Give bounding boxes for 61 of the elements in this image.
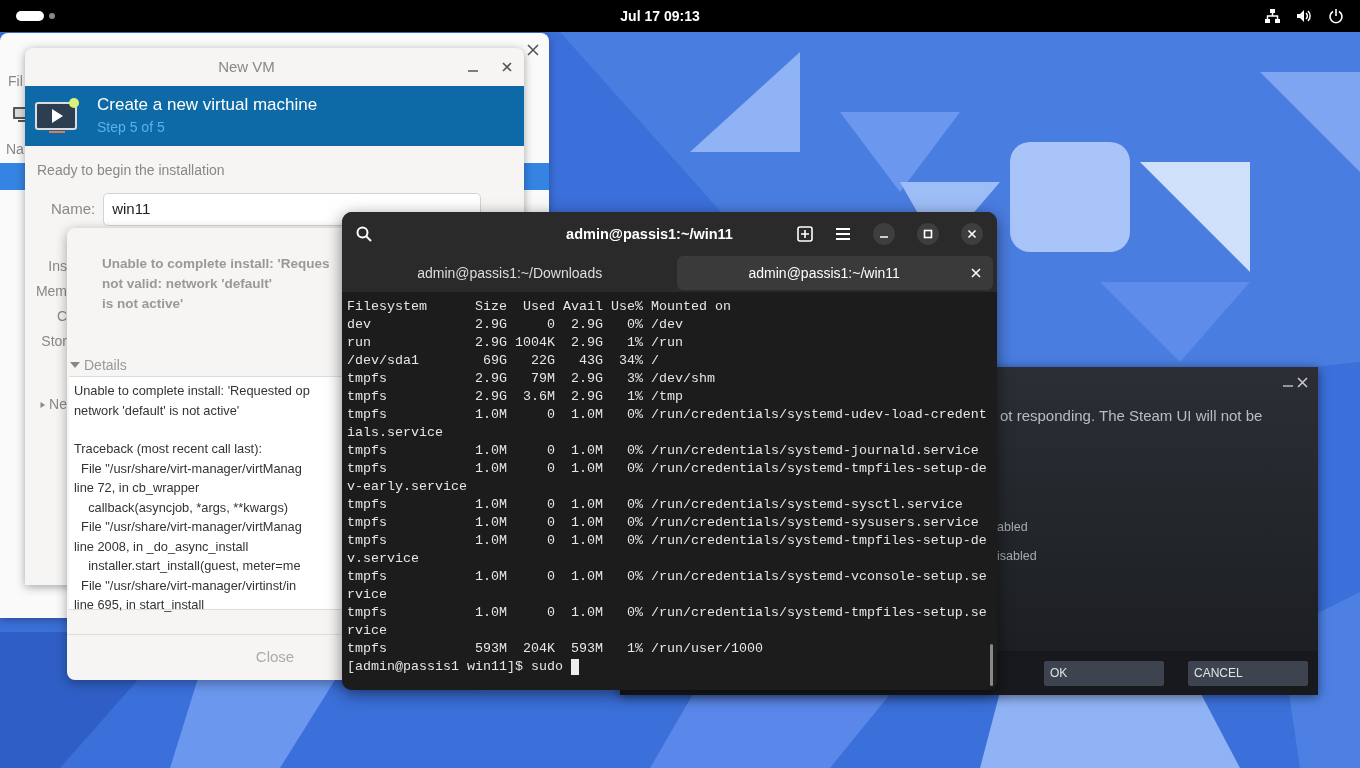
field-label: C — [56, 307, 67, 326]
terminal-output: tmpfs 1.0M 0 1.0M 0% /run/credentials/systemd-tmpfiles-setup.se — [347, 604, 988, 622]
text-cursor — [570, 659, 579, 675]
menu-icon[interactable] — [835, 227, 851, 241]
error-message: Unable to complete install: 'Reques not valid: network 'default' is not active' — [102, 255, 330, 313]
column-header: Na — [6, 139, 24, 159]
banner-title: Create a new virtual machine — [97, 94, 318, 116]
power-icon[interactable] — [1328, 8, 1344, 24]
close-icon[interactable] — [527, 44, 539, 56]
dialog-button[interactable]: OK — [1044, 660, 1164, 686]
terminal-output: tmpfs 1.0M 0 1.0M 0% /run/credentials/systemd-journald.service — [347, 442, 980, 460]
terminal-output: dev 2.9G 0 2.9G 0% /dev — [347, 316, 684, 334]
step-text: Step 5 of 5 — [97, 118, 166, 137]
terminal-output: tmpfs 1.0M 0 1.0M 0% /run/credentials/systemd-tmpfiles-setup-de — [347, 532, 988, 550]
terminal-output: tmpfs 1.0M 0 1.0M 0% /run/credentials/systemd-tmpfiles-setup-de — [347, 460, 988, 478]
terminal-output: tmpfs 1.0M 0 1.0M 0% /run/credentials/systemd-udev-load-credent — [347, 406, 988, 424]
details-text: Traceback (most recent call last): File "/usr/share/virt-manager/virtManag line 72, in cb_wrapper callback(asyncjob, *args, **kwargs) File "/usr/share/virt-manager/virtManag line 2008, in _do_async_install installer.start_install(guest, meter=me File "/usr/share/virt-manager/virtinst/in line 695, in start_install — [74, 440, 302, 614]
volume-icon[interactable] — [1296, 8, 1312, 24]
dialog-button[interactable]: CANCEL — [1188, 660, 1308, 686]
monitor-play-icon — [35, 97, 81, 135]
menu-item[interactable]: Fil — [8, 70, 23, 92]
window-title: New VM — [218, 58, 275, 75]
terminal-prompt[interactable]: [admin@passis1 win11]$ sudo — [347, 658, 563, 676]
activities-indicator[interactable] — [16, 11, 56, 21]
maximize-icon[interactable] — [917, 223, 939, 245]
window-title: admin@passis1:~/win11 — [566, 226, 733, 242]
terminal-tab[interactable]: admin@passis1:~/Downloads — [346, 256, 674, 290]
terminal-output: tmpfs 1.0M 0 1.0M 0% /run/credentials/systemd-vconsole-setup.se — [347, 568, 988, 586]
terminal-output: v.service — [347, 550, 420, 568]
search-icon[interactable] — [356, 226, 372, 242]
terminal-output: tmpfs 2.9G 3.6M 2.9G 1% /tmp — [347, 388, 684, 406]
field-label: Mem — [35, 282, 67, 301]
terminal-output: tmpfs 593M 204K 593M 1% /run/user/1000 — [347, 640, 764, 658]
new-tab-icon[interactable] — [797, 226, 813, 242]
terminal-output: tmpfs 1.0M 0 1.0M 0% /run/credentials/systemd-sysctl.service — [347, 496, 964, 514]
terminal-output: rvice — [347, 622, 388, 640]
terminal-output: rvice — [347, 586, 388, 604]
scrollbar[interactable] — [990, 644, 993, 686]
option-text: abled — [997, 518, 1028, 536]
terminal-tab[interactable]: admin@passis1:~/win11 — [677, 256, 993, 290]
dialog-message: ot responding. The Steam UI will not be — [1000, 406, 1264, 426]
field-label: Stor — [41, 332, 67, 351]
terminal-output: tmpfs 1.0M 0 1.0M 0% /run/credentials/systemd-sysusers.service — [347, 514, 980, 532]
minimize-icon[interactable] — [873, 223, 895, 245]
terminal-output: run 2.9G 1004K 2.9G 1% /run — [347, 334, 684, 352]
close-icon[interactable] — [502, 62, 512, 72]
terminal-output: Filesystem Size Used Avail Use% Mounted on — [347, 298, 732, 316]
option-text: isabled — [997, 547, 1037, 565]
clock[interactable]: Jul 17 09:13 — [620, 5, 700, 27]
details-text-box[interactable] — [69, 376, 342, 610]
status-text: Ready to begin the installation — [37, 161, 225, 180]
details-text: Unable to complete install: 'Requested op network 'default' is not active' — [74, 382, 310, 420]
terminal-output: ials.service — [347, 424, 444, 442]
terminal-output: /dev/sda1 69G 22G 43G 34% / — [347, 352, 660, 370]
field-label: Name: — [51, 199, 96, 220]
terminal-output: tmpfs 2.9G 79M 2.9G 3% /dev/shm — [347, 370, 716, 388]
expander-arrow-icon[interactable] — [70, 360, 80, 370]
field-label: Ins — [48, 257, 67, 276]
close-icon[interactable] — [961, 223, 983, 245]
network-icon[interactable] — [1264, 8, 1280, 24]
terminal-output: v-early.service — [347, 478, 468, 496]
